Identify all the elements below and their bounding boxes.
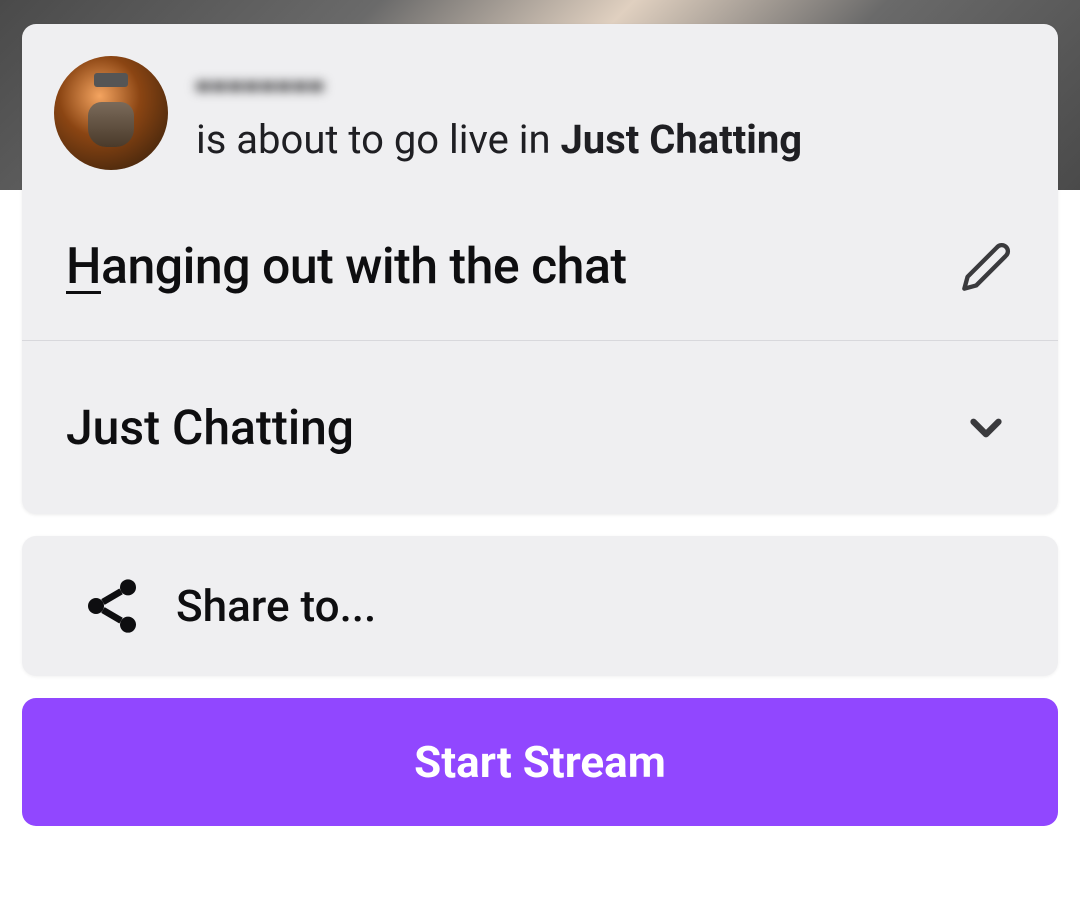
start-stream-button[interactable]: Start Stream	[22, 698, 1058, 826]
subtitle-category: Just Chatting	[560, 116, 802, 163]
header-text: ▪▪▪▪▪▪▪▪ is about to go live in Just Cha…	[196, 62, 1026, 165]
username: ▪▪▪▪▪▪▪▪	[196, 64, 1026, 106]
share-row[interactable]: Share to...	[22, 536, 1058, 676]
share-icon	[80, 574, 144, 638]
share-label: Share to...	[176, 580, 376, 632]
pencil-icon[interactable]	[958, 239, 1014, 295]
category-label: Just Chatting	[66, 399, 354, 456]
title-rest: anging out with the chat	[101, 238, 627, 296]
title-first-char: H	[66, 238, 101, 296]
category-row[interactable]: Just Chatting	[22, 341, 1058, 514]
stream-title-row[interactable]: Hanging out with the chat	[22, 194, 1058, 340]
go-live-subtitle: is about to go live in Just Chatting	[196, 115, 1026, 165]
subtitle-prefix: is about to go live in	[196, 116, 560, 163]
stream-title: Hanging out with the chat	[66, 238, 627, 296]
card-header: ▪▪▪▪▪▪▪▪ is about to go live in Just Cha…	[22, 24, 1058, 194]
avatar[interactable]	[54, 56, 168, 170]
chevron-down-icon[interactable]	[958, 400, 1014, 456]
stream-setup-card: ▪▪▪▪▪▪▪▪ is about to go live in Just Cha…	[22, 24, 1058, 514]
